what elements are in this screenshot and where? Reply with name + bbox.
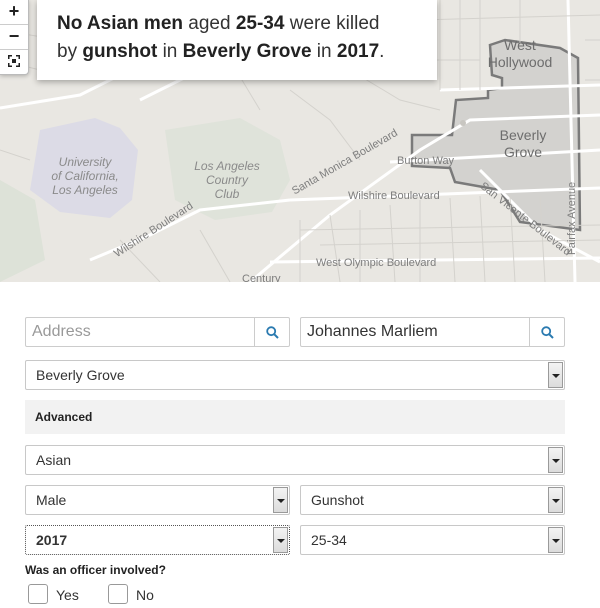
race-select-value: Asian xyxy=(36,452,72,468)
name-search-button[interactable] xyxy=(529,318,564,346)
fullscreen-button[interactable] xyxy=(0,50,28,74)
chevron-down-icon xyxy=(548,487,563,513)
neighborhood-select[interactable]: Beverly Grove xyxy=(25,360,565,390)
officer-yes-label: Yes xyxy=(56,587,79,603)
map-label-wilshire-blvd-east: Wilshire Boulevard xyxy=(348,190,440,202)
search-icon xyxy=(540,325,554,339)
officer-involved-question: Was an officer involved? xyxy=(25,563,166,577)
fullscreen-icon xyxy=(8,55,20,67)
address-search-button[interactable] xyxy=(254,318,289,346)
map-label-fairfax-ave: Fairfax Avenue xyxy=(566,181,578,255)
map-label-beverly-grove: Beverly Grove xyxy=(499,127,547,160)
name-input[interactable] xyxy=(301,318,513,346)
map-zoom-controls: + − xyxy=(0,0,29,75)
address-input[interactable] xyxy=(26,318,238,346)
map-label-la-country-club: Los Angeles Country Club xyxy=(194,159,260,201)
search-icon xyxy=(265,325,279,339)
map-label-burton-way: Burton Way xyxy=(397,155,455,167)
officer-no-checkbox[interactable] xyxy=(108,584,128,604)
name-search xyxy=(300,317,565,347)
map-label-ucla: University of California, Los Angeles xyxy=(51,155,119,197)
map-label-west-hollywood: West Hollywood xyxy=(487,37,553,70)
chevron-down-icon xyxy=(273,487,288,513)
map-label-century: Century xyxy=(242,273,281,282)
year-select[interactable]: 2017 xyxy=(25,525,290,555)
chevron-down-icon xyxy=(548,362,563,388)
gender-select-value: Male xyxy=(36,492,67,508)
cause-select-value: Gunshot xyxy=(311,492,364,508)
headline-text: No Asian men aged 25-34 were killed by g… xyxy=(57,13,385,62)
map-label-west-olympic-blvd: West Olympic Boulevard xyxy=(316,257,437,269)
chevron-down-icon xyxy=(548,447,563,473)
gender-select[interactable]: Male xyxy=(25,485,290,515)
cause-select[interactable]: Gunshot xyxy=(300,485,565,515)
advanced-label: Advanced xyxy=(35,410,93,424)
neighborhood-select-value: Beverly Grove xyxy=(36,367,125,383)
officer-yes-checkbox[interactable] xyxy=(28,584,48,604)
age-select-value: 25-34 xyxy=(311,532,347,548)
chevron-down-icon xyxy=(548,527,563,553)
zoom-in-button[interactable]: + xyxy=(0,0,28,25)
race-select[interactable]: Asian xyxy=(25,445,565,475)
zoom-out-button[interactable]: − xyxy=(0,25,28,50)
chevron-down-icon xyxy=(273,527,288,553)
headline-card: No Asian men aged 25-34 were killed by g… xyxy=(37,0,437,80)
map[interactable]: West Hollywood Beverly Grove University … xyxy=(0,0,600,282)
year-select-value: 2017 xyxy=(36,532,68,548)
advanced-section-toggle[interactable]: Advanced xyxy=(25,400,565,434)
officer-no-label: No xyxy=(136,587,154,603)
address-search xyxy=(25,317,290,347)
age-select[interactable]: 25-34 xyxy=(300,525,565,555)
